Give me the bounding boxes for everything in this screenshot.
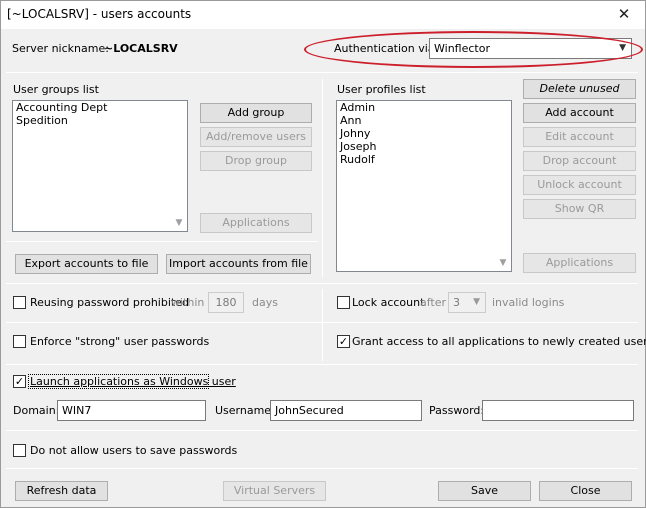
password-label: Password:: [429, 404, 485, 417]
domain-input[interactable]: WIN7: [57, 400, 206, 421]
launch-as-windows-user-checkbox[interactable]: ✓: [13, 375, 26, 388]
grant-access-checkbox[interactable]: ✓: [337, 335, 350, 348]
unlock-account-label: Unlock account: [537, 178, 622, 191]
strong-password-label: Enforce "strong" user passwords: [30, 335, 210, 348]
reuse-within-label: within: [171, 296, 205, 309]
export-accounts-button[interactable]: Export accounts to file: [15, 254, 158, 274]
close-label: Close: [570, 484, 601, 497]
divider-row-4: [6, 430, 638, 431]
list-item[interactable]: Admin: [337, 101, 511, 114]
divider-footer: [6, 468, 638, 469]
password-input[interactable]: [482, 400, 634, 421]
invalid-logins-label: invalid logins: [492, 296, 565, 309]
divider-options: [6, 283, 638, 284]
lock-attempts-select[interactable]: 3 ▼: [448, 292, 486, 313]
list-item[interactable]: Joseph: [337, 140, 511, 153]
import-accounts-button[interactable]: Import accounts from file: [166, 254, 311, 274]
refresh-data-button[interactable]: Refresh data: [15, 481, 108, 501]
lock-account-checkbox[interactable]: [337, 296, 350, 309]
lock-attempts-value: 3: [453, 296, 460, 309]
list-item[interactable]: Spedition: [13, 114, 187, 127]
username-input[interactable]: JohnSecured: [270, 400, 422, 421]
authentication-label: Authentication via:: [334, 42, 439, 55]
list-item[interactable]: Ann: [337, 114, 511, 127]
drop-account-label: Drop account: [542, 154, 617, 167]
divider-row-3: [6, 364, 638, 365]
lock-after-label: after: [420, 296, 447, 309]
edit-account-label: Edit account: [545, 130, 614, 143]
server-nickname-label: Server nickname:: [12, 42, 109, 55]
reuse-days-label: days: [252, 296, 278, 309]
list-item[interactable]: Johny: [337, 127, 511, 140]
virtual-servers-button[interactable]: Virtual Servers: [223, 481, 326, 501]
list-item[interactable]: Accounting Dept: [13, 101, 187, 114]
username-label: Username:: [215, 404, 275, 417]
drop-account-button[interactable]: Drop account: [523, 151, 636, 171]
profile-applications-button[interactable]: Applications: [523, 253, 636, 273]
chevron-down-icon: ▼: [473, 297, 480, 307]
save-label: Save: [470, 484, 498, 497]
unlock-account-button[interactable]: Unlock account: [523, 175, 636, 195]
lock-account-label: Lock account: [352, 296, 425, 309]
close-icon[interactable]: ✕: [611, 3, 637, 25]
server-nickname-value: ~LOCALSRV: [104, 42, 178, 55]
user-profiles-list[interactable]: Admin Ann Johny Joseph Rudolf ▼: [336, 100, 512, 272]
group-applications-button[interactable]: Applications: [200, 213, 312, 233]
drop-group-button[interactable]: Drop group: [200, 151, 312, 171]
add-account-label: Add account: [545, 106, 614, 119]
authentication-value: Winflector: [434, 42, 490, 55]
user-profiles-label: User profiles list: [337, 83, 426, 96]
scroll-down-icon[interactable]: ▼: [171, 215, 187, 231]
strong-password-checkbox[interactable]: [13, 335, 26, 348]
grant-access-label: Grant access to all applications to newl…: [352, 335, 646, 348]
divider-row-2: [6, 322, 638, 323]
show-qr-button[interactable]: Show QR: [523, 199, 636, 219]
edit-account-button[interactable]: Edit account: [523, 127, 636, 147]
divider-groups: [6, 241, 318, 242]
divider-vertical-1: [322, 79, 323, 277]
add-account-button[interactable]: Add account: [523, 103, 636, 123]
no-save-password-checkbox[interactable]: [13, 444, 26, 457]
close-button[interactable]: Close: [539, 481, 632, 501]
user-groups-label: User groups list: [13, 83, 99, 96]
divider-top: [6, 72, 638, 73]
reuse-password-label: Reusing password prohibited: [30, 296, 189, 309]
add-group-button[interactable]: Add group: [200, 103, 312, 123]
scroll-down-icon[interactable]: ▼: [495, 255, 511, 271]
chevron-down-icon: ▼: [619, 43, 626, 53]
users-accounts-window: [~LOCALSRV] - users accounts ✕ Server ni…: [0, 0, 646, 508]
authentication-select[interactable]: Winflector ▼: [429, 38, 632, 59]
divider-vertical-2: [322, 289, 323, 361]
title-bar: [~LOCALSRV] - users accounts ✕: [1, 1, 645, 29]
window-title: [~LOCALSRV] - users accounts: [7, 7, 192, 21]
add-remove-users-button[interactable]: Add/remove users: [200, 127, 312, 147]
domain-label: Domain:: [13, 404, 60, 417]
launch-as-windows-user-label: Launch applications as Windows user: [30, 375, 236, 388]
user-groups-list[interactable]: Accounting Dept Spedition ▼: [12, 100, 188, 232]
reuse-password-checkbox[interactable]: [13, 296, 26, 309]
save-button[interactable]: Save: [438, 481, 531, 501]
reuse-days-input[interactable]: 180: [208, 292, 244, 313]
no-save-password-label: Do not allow users to save passwords: [30, 444, 238, 457]
list-item[interactable]: Rudolf: [337, 153, 511, 166]
delete-unused-button[interactable]: Delete unused: [523, 79, 636, 99]
